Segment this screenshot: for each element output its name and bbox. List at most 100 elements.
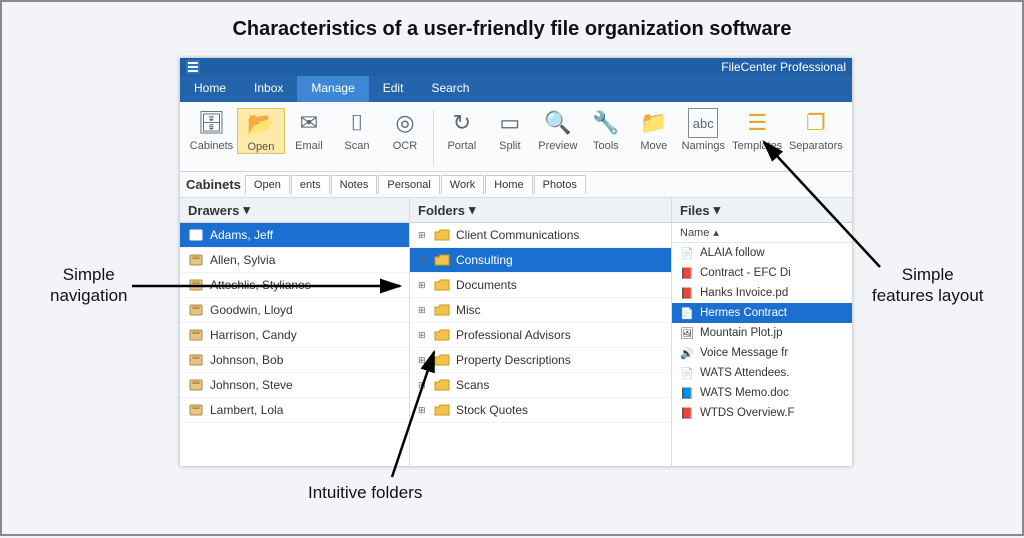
- file-row[interactable]: 📕 Contract - EFC Di: [672, 263, 852, 283]
- filecenter-window: FileCenter Professional Home Inbox Manag…: [180, 58, 852, 466]
- file-row[interactable]: 📄WATS Attendees.: [672, 363, 852, 383]
- ribbon-templates[interactable]: ☰Templates: [729, 108, 786, 152]
- folder-label: Scans: [456, 378, 489, 392]
- cabtab-photos[interactable]: Photos: [534, 175, 586, 194]
- cabtab-personal[interactable]: Personal: [378, 175, 439, 194]
- drawer-label: Johnson, Bob: [210, 353, 283, 367]
- tab-home[interactable]: Home: [180, 76, 240, 102]
- callout-intuitive-folders: Intuitive folders: [308, 482, 422, 503]
- file-type-icon: 📄: [680, 306, 694, 320]
- expand-icon[interactable]: ⊞: [418, 305, 428, 316]
- cabtab-work[interactable]: Work: [441, 175, 484, 194]
- chevron-down-icon: ▾: [243, 202, 250, 218]
- file-type-icon: 🔊: [680, 346, 694, 360]
- tab-edit[interactable]: Edit: [369, 76, 418, 102]
- ribbon-email[interactable]: ✉Email: [285, 108, 333, 152]
- drawer-row[interactable]: Johnson, Steve: [180, 373, 409, 398]
- file-row[interactable]: 📄ALAIA follow: [672, 243, 852, 263]
- drawer-row[interactable]: Goodwin, Lloyd: [180, 298, 409, 323]
- folder-label: Misc: [456, 303, 481, 317]
- file-name: Mountain Plot.jp: [700, 327, 782, 339]
- ribbon-move[interactable]: 📁Move: [630, 108, 678, 152]
- file-type-icon: 📕: [680, 266, 694, 280]
- drawer-row[interactable]: Allen, Sylvia: [180, 248, 409, 273]
- ribbon-scan[interactable]: ⌷Scan: [333, 108, 381, 152]
- file-row[interactable]: 🖼Mountain Plot.jp: [672, 323, 852, 343]
- tab-manage[interactable]: Manage: [297, 76, 368, 102]
- folder-row[interactable]: ⊞Property Descriptions: [410, 348, 671, 373]
- ribbon-preview[interactable]: 🔍Preview: [534, 108, 582, 152]
- drawer-label: Goodwin, Lloyd: [210, 303, 293, 317]
- cabtab-notes[interactable]: Notes: [331, 175, 378, 194]
- file-name: Hermes Contract: [700, 307, 787, 319]
- files-name-column[interactable]: Name ▴: [672, 223, 852, 243]
- expand-icon[interactable]: ⊞: [418, 280, 428, 291]
- magnifier-icon: 🔍: [543, 108, 573, 138]
- pages-icon: ❐: [801, 108, 831, 138]
- cabinet-icon: 🗄: [196, 108, 226, 138]
- cabtab-home[interactable]: Home: [485, 175, 532, 194]
- folder-row[interactable]: ⊞Client Communications: [410, 223, 671, 248]
- ribbon-ocr[interactable]: ◎OCR: [381, 108, 429, 152]
- ribbon-separator: [433, 110, 434, 166]
- drawer-label: Adams, Jeff: [210, 228, 273, 242]
- expand-icon[interactable]: ⊞: [418, 355, 428, 366]
- folder-icon: [434, 277, 450, 293]
- folder-row[interactable]: ⊞Documents: [410, 273, 671, 298]
- folder-icon: [434, 252, 450, 268]
- drawer-label: Allen, Sylvia: [210, 253, 275, 267]
- drawer-icon: [188, 352, 204, 368]
- drawer-label: Harrison, Candy: [210, 328, 297, 342]
- title-bar: FileCenter Professional: [180, 58, 852, 76]
- file-row[interactable]: 📘WATS Memo.doc: [672, 383, 852, 403]
- tab-search[interactable]: Search: [417, 76, 483, 102]
- ribbon-portal[interactable]: ↻Portal: [438, 108, 486, 152]
- file-row[interactable]: 📄 Hermes Contract: [672, 303, 852, 323]
- file-row[interactable]: 📕Hanks Invoice.pd: [672, 283, 852, 303]
- envelope-icon: ✉: [294, 108, 324, 138]
- ribbon-open[interactable]: 📂Open: [237, 108, 285, 154]
- folder-row[interactable]: ⊞Professional Advisors: [410, 323, 671, 348]
- file-row[interactable]: 📕WTDS Overview.F: [672, 403, 852, 423]
- files-header[interactable]: Files ▾: [672, 198, 852, 223]
- tab-inbox[interactable]: Inbox: [240, 76, 297, 102]
- wrench-icon: 🔧: [591, 108, 621, 138]
- expand-icon[interactable]: ⊞: [418, 330, 428, 341]
- file-name: Voice Message fr: [700, 347, 788, 359]
- menu-icon[interactable]: [186, 60, 200, 74]
- drawer-row[interactable]: Johnson, Bob: [180, 348, 409, 373]
- ribbon-split[interactable]: ▭Split: [486, 108, 534, 152]
- cabtab-open[interactable]: Open: [245, 175, 290, 194]
- ribbon-separators[interactable]: ❐Separators: [786, 108, 846, 152]
- ribbon-tools[interactable]: 🔧Tools: [582, 108, 630, 152]
- drawer-row[interactable]: Lambert, Lola: [180, 398, 409, 423]
- folder-row[interactable]: ⊞ Scans: [410, 373, 671, 398]
- callout-simple-features: Simple features layout: [872, 264, 984, 307]
- drawer-icon: [188, 227, 204, 243]
- folders-header[interactable]: Folders ▾: [410, 198, 671, 223]
- drawer-row[interactable]: Atteshlis, Stylianos: [180, 273, 409, 298]
- file-row[interactable]: 🔊 Voice Message fr: [672, 343, 852, 363]
- drawer-label: Lambert, Lola: [210, 403, 283, 417]
- folder-row[interactable]: ⊞Consulting: [410, 248, 671, 273]
- folder-icon: [434, 327, 450, 343]
- expand-icon[interactable]: ⊞: [418, 380, 428, 391]
- folder-icon: [434, 377, 450, 393]
- folder-row[interactable]: ⊞Stock Quotes: [410, 398, 671, 423]
- drawer-row[interactable]: Adams, Jeff: [180, 223, 409, 248]
- ocr-icon: ◎: [390, 108, 420, 138]
- file-type-icon: 📘: [680, 386, 694, 400]
- drawers-header[interactable]: Drawers ▾: [180, 198, 409, 223]
- folder-row[interactable]: ⊞ Misc: [410, 298, 671, 323]
- expand-icon[interactable]: ⊞: [418, 255, 428, 266]
- drawer-row[interactable]: Harrison, Candy: [180, 323, 409, 348]
- file-name: Contract - EFC Di: [700, 267, 791, 279]
- expand-icon[interactable]: ⊞: [418, 230, 428, 241]
- expand-icon[interactable]: ⊞: [418, 405, 428, 416]
- ribbon-cabinets[interactable]: 🗄Cabinets: [186, 108, 237, 152]
- file-name: WTDS Overview.F: [700, 407, 795, 419]
- ribbon-namings[interactable]: abcNamings: [678, 108, 729, 152]
- cabtab-ents[interactable]: ents: [291, 175, 330, 194]
- drawer-icon: [188, 277, 204, 293]
- folder-icon: [434, 352, 450, 368]
